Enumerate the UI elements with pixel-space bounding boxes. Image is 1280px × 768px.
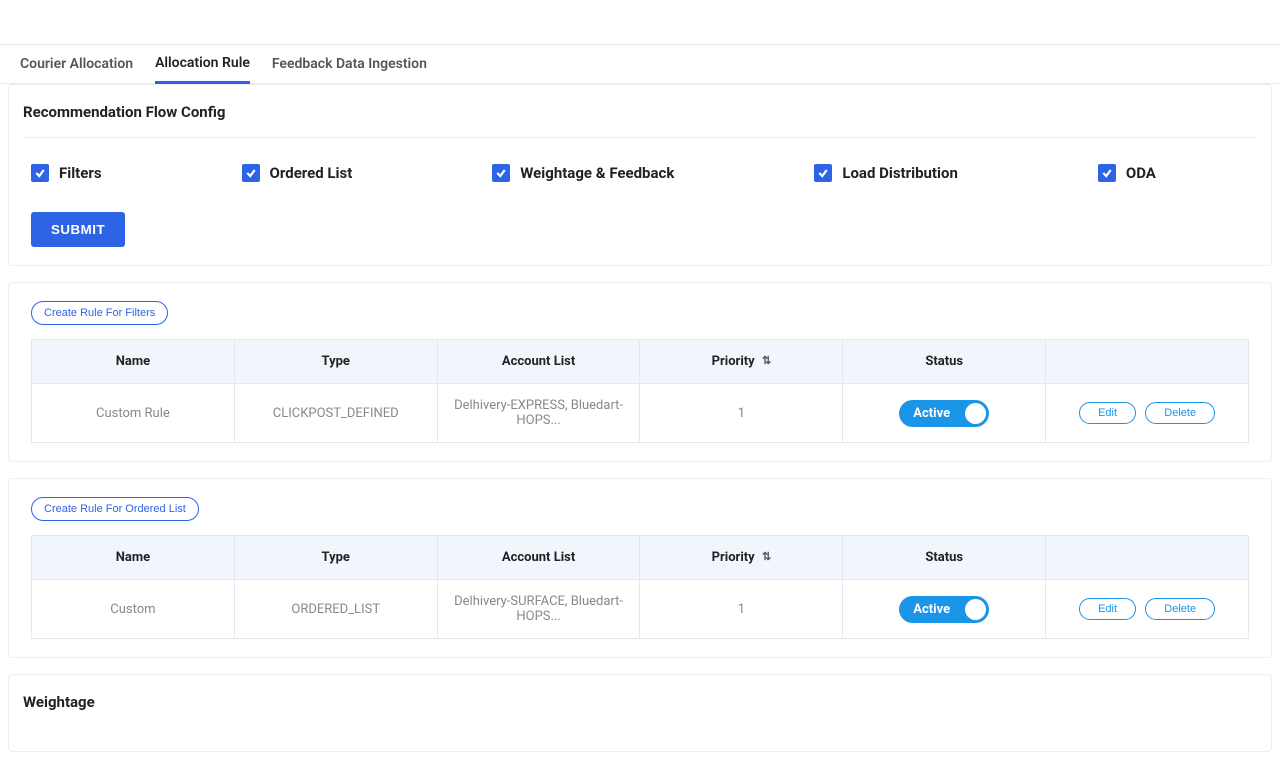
tab-feedback-data-ingestion[interactable]: Feedback Data Ingestion xyxy=(272,46,427,82)
cell-type: CLICKPOST_DEFINED xyxy=(234,384,437,443)
checkbox-row: Filters Ordered List Weightage & Feedbac… xyxy=(23,164,1257,182)
col-type[interactable]: Type xyxy=(234,340,437,384)
status-toggle[interactable]: Active xyxy=(899,400,989,427)
weightage-panel: Weightage xyxy=(8,674,1272,752)
recommendation-flow-config-panel: Recommendation Flow Config Filters Order… xyxy=(8,84,1272,266)
checkbox-oda[interactable] xyxy=(1098,164,1116,182)
cell-status: Active xyxy=(843,384,1046,443)
cell-priority: 1 xyxy=(640,384,843,443)
cell-account-list: Delhivery-SURFACE, Bluedart-HOPS... xyxy=(437,580,640,639)
sort-icon[interactable]: ⇅ xyxy=(762,550,771,563)
checkbox-weightage-feedback[interactable] xyxy=(492,164,510,182)
filters-rules-panel: Create Rule For Filters Name Type Accoun… xyxy=(8,282,1272,462)
status-toggle-label: Active xyxy=(913,406,950,421)
col-status[interactable]: Status xyxy=(843,536,1046,580)
table-row: Custom ORDERED_LIST Delhivery-SURFACE, B… xyxy=(32,580,1249,639)
col-type[interactable]: Type xyxy=(234,536,437,580)
panel-title: Recommendation Flow Config xyxy=(23,103,1257,138)
delete-button[interactable]: Delete xyxy=(1145,402,1215,424)
toggle-knob-icon xyxy=(965,599,986,620)
checkbox-ordered-list[interactable] xyxy=(242,164,260,182)
cell-actions: Edit Delete xyxy=(1046,384,1249,443)
col-name[interactable]: Name xyxy=(32,536,235,580)
cell-status: Active xyxy=(843,580,1046,639)
filters-table: Name Type Account List Priority ⇅ Status… xyxy=(31,339,1249,443)
ordered-list-rules-panel: Create Rule For Ordered List Name Type A… xyxy=(8,478,1272,658)
cell-name: Custom xyxy=(32,580,235,639)
col-account-list[interactable]: Account List xyxy=(437,536,640,580)
create-rule-filters-button[interactable]: Create Rule For Filters xyxy=(31,301,168,325)
checkbox-ordered-list-label: Ordered List xyxy=(270,164,353,182)
checkbox-load-distribution[interactable] xyxy=(814,164,832,182)
cell-type: ORDERED_LIST xyxy=(234,580,437,639)
create-rule-ordered-list-button[interactable]: Create Rule For Ordered List xyxy=(31,497,199,521)
tab-bar: Courier Allocation Allocation Rule Feedb… xyxy=(0,45,1280,84)
delete-button[interactable]: Delete xyxy=(1145,598,1215,620)
sort-icon[interactable]: ⇅ xyxy=(762,354,771,367)
weightage-title: Weightage xyxy=(23,693,1257,711)
checkbox-filters[interactable] xyxy=(31,164,49,182)
col-priority-label: Priority xyxy=(712,550,755,565)
status-toggle[interactable]: Active xyxy=(899,596,989,623)
toggle-knob-icon xyxy=(965,403,986,424)
col-priority[interactable]: Priority ⇅ xyxy=(640,536,843,580)
cell-name: Custom Rule xyxy=(32,384,235,443)
ordered-list-table: Name Type Account List Priority ⇅ Status… xyxy=(31,535,1249,639)
cell-account-list: Delhivery-EXPRESS, Bluedart-HOPS... xyxy=(437,384,640,443)
status-toggle-label: Active xyxy=(913,602,950,617)
edit-button[interactable]: Edit xyxy=(1079,402,1136,424)
col-account-list[interactable]: Account List xyxy=(437,340,640,384)
col-actions xyxy=(1046,340,1249,384)
checkbox-load-distribution-label: Load Distribution xyxy=(842,164,958,182)
col-priority-label: Priority xyxy=(712,354,755,369)
cell-actions: Edit Delete xyxy=(1046,580,1249,639)
top-spacer xyxy=(0,0,1280,45)
table-row: Custom Rule CLICKPOST_DEFINED Delhivery-… xyxy=(32,384,1249,443)
col-actions xyxy=(1046,536,1249,580)
col-status[interactable]: Status xyxy=(843,340,1046,384)
checkbox-filters-label: Filters xyxy=(59,164,102,182)
edit-button[interactable]: Edit xyxy=(1079,598,1136,620)
checkbox-oda-label: ODA xyxy=(1126,164,1156,182)
submit-button[interactable]: SUBMIT xyxy=(31,212,125,247)
checkbox-weightage-feedback-label: Weightage & Feedback xyxy=(520,164,674,182)
col-name[interactable]: Name xyxy=(32,340,235,384)
tab-courier-allocation[interactable]: Courier Allocation xyxy=(20,46,133,82)
col-priority[interactable]: Priority ⇅ xyxy=(640,340,843,384)
tab-allocation-rule[interactable]: Allocation Rule xyxy=(155,45,250,84)
cell-priority: 1 xyxy=(640,580,843,639)
